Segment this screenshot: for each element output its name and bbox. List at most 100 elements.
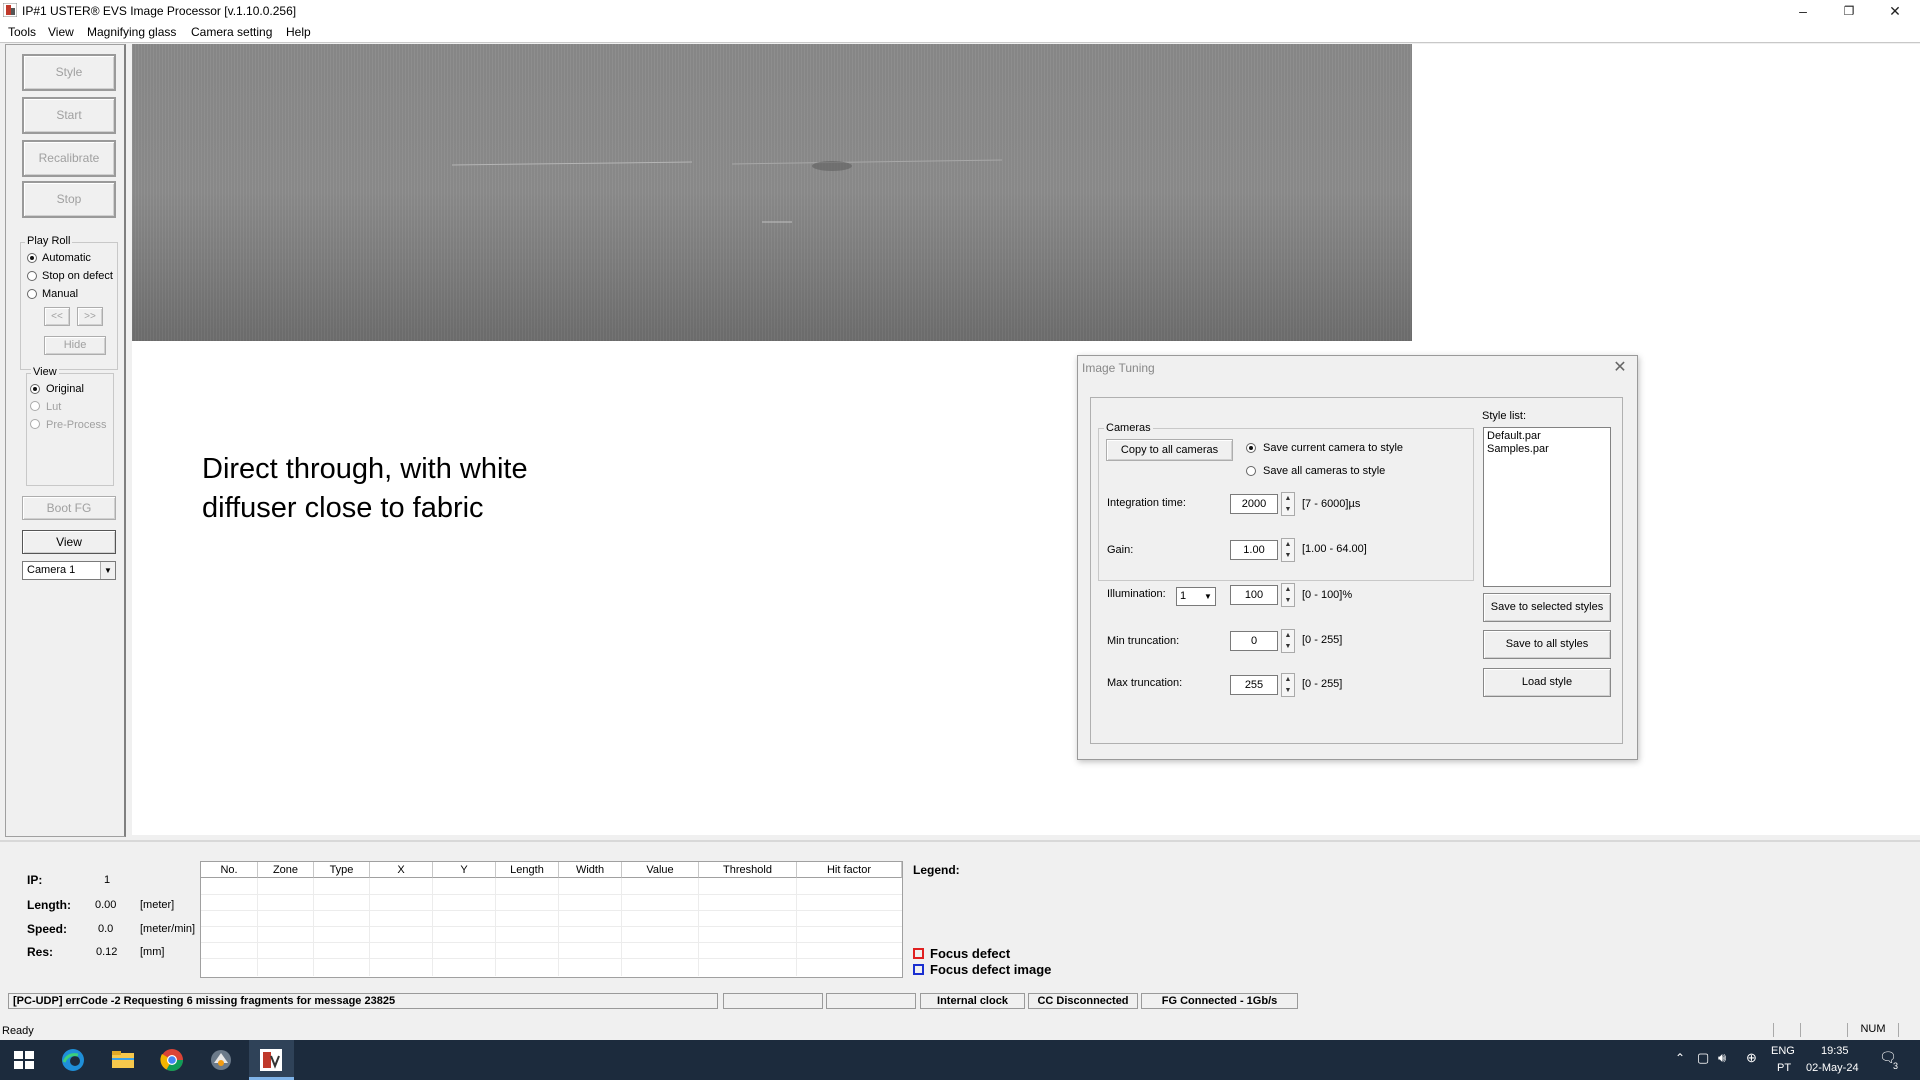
radio-automatic[interactable] [27,253,37,263]
restore-button[interactable]: ❐ [1826,0,1872,22]
view-group-label: View [31,366,59,378]
load-style-button[interactable]: Load style [1483,668,1611,697]
integration-time-spinner[interactable]: ▲ ▼ [1281,492,1295,516]
tray-overflow-icon[interactable]: ⌃ [1675,1051,1685,1065]
gain-spinner[interactable]: ▲ ▼ [1281,538,1295,562]
min-truncation-input[interactable]: 0 [1230,631,1278,651]
network-icon[interactable]: ⊕ [1746,1050,1757,1066]
column-header-length[interactable]: Length [496,862,559,878]
column-header-no[interactable]: No. [201,862,258,878]
close-button[interactable]: ✕ [1872,0,1918,22]
volume-icon[interactable]: 🔊︎ [1718,1050,1726,1066]
save-to-selected-styles-button[interactable]: Save to selected styles [1483,593,1611,622]
edge-browser-icon[interactable] [60,1047,86,1073]
view-button[interactable]: View [22,530,116,554]
max-truncation-input[interactable]: 255 [1230,675,1278,695]
max-truncation-spinner[interactable]: ▲ ▼ [1281,673,1295,697]
radio-save-current-camera[interactable] [1246,443,1256,453]
gain-label: Gain: [1107,544,1134,556]
column-header-zone[interactable]: Zone [258,862,314,878]
column-header-value[interactable]: Value [622,862,699,878]
next-frame-button[interactable]: >> [77,307,103,326]
camera-select[interactable]: Camera 1 ▼ [22,561,116,580]
status-cc: CC Disconnected [1028,993,1138,1009]
chrome-icon[interactable] [159,1047,185,1073]
column-header-threshold[interactable]: Threshold [699,862,797,878]
stop-button[interactable]: Stop [22,181,116,218]
column-header-hit-factor[interactable]: Hit factor [797,862,902,878]
copy-to-all-cameras-button[interactable]: Copy to all cameras [1106,439,1233,461]
evs-processor-icon[interactable] [258,1047,284,1073]
illumination-channel-select[interactable]: 1 ▼ [1176,587,1216,606]
fabric-image [132,44,1412,341]
dialog-close-button[interactable]: ✕ [1610,358,1630,378]
menu-view[interactable]: View [48,25,74,39]
integration-time-label: Integration time: [1107,497,1186,509]
max-truncation-range: [0 - 255] [1302,678,1343,690]
status-indicator [1773,1023,1801,1037]
radio-manual[interactable] [27,289,37,299]
language-top[interactable]: ENG [1771,1045,1795,1057]
language-bottom[interactable]: PT [1777,1062,1791,1074]
meet-now-icon[interactable]: ▢ [1697,1050,1709,1066]
radio-pre-process-label: Pre-Process [46,419,107,431]
clock-date[interactable]: 02-May-24 [1806,1062,1859,1074]
bottom-divider [0,840,1920,842]
status-clock: Internal clock [920,993,1025,1009]
speed-value: 0.0 [98,923,114,935]
radio-original-label: Original [46,383,84,395]
illumination-range: [0 - 100]% [1302,589,1353,601]
column-header-width[interactable]: Width [559,862,622,878]
grid-line [621,878,622,976]
legend-label: Legend: [913,863,960,877]
start-button[interactable]: Start [22,97,116,134]
column-header-type[interactable]: Type [314,862,370,878]
radio-stop-on-defect-label: Stop on defect [42,270,113,282]
clock-time[interactable]: 19:35 [1821,1045,1849,1057]
menu-tools[interactable]: Tools [8,25,36,39]
window-title: IP#1 USTER® EVS Image Processor [v.1.10.… [22,4,297,18]
minimize-button[interactable]: – [1780,0,1826,22]
style-button[interactable]: Style [22,54,116,91]
style-list-item[interactable]: Samples.par [1487,443,1549,455]
status-fg: FG Connected - 1Gb/s [1141,993,1298,1009]
gain-range: [1.00 - 64.00] [1302,543,1367,555]
windows-start-icon[interactable] [11,1047,37,1073]
app-launcher-icon[interactable] [208,1047,234,1073]
grid-line [796,878,797,976]
radio-original[interactable] [30,384,40,394]
gain-input[interactable]: 1.00 [1230,540,1278,560]
file-explorer-icon[interactable] [110,1047,136,1073]
num-lock-indicator: NUM [1848,1023,1899,1037]
menu-magnifying-glass[interactable]: Magnifying glass [87,25,176,39]
integration-time-input[interactable]: 2000 [1230,494,1278,514]
res-unit: [mm] [140,946,165,958]
menu-divider [0,42,1920,43]
prev-frame-button[interactable]: << [44,307,70,326]
style-list-item[interactable]: Default.par [1487,430,1541,442]
column-header-y[interactable]: Y [433,862,496,878]
illumination-input[interactable]: 100 [1230,585,1278,605]
column-header-x[interactable]: X [370,862,433,878]
hide-button[interactable]: Hide [44,336,106,355]
radio-lut[interactable] [30,401,40,411]
boot-fg-button[interactable]: Boot FG [22,496,116,520]
grid-line [432,878,433,976]
status-panel-empty [723,993,823,1009]
annotation-text: Direct through, with white diffuser clos… [202,453,528,524]
menu-camera-setting[interactable]: Camera setting [191,25,272,39]
notification-count: 3 [1893,1061,1899,1071]
recalibrate-button[interactable]: Recalibrate [22,140,116,177]
radio-stop-on-defect[interactable] [27,271,37,281]
dialog-title: Image Tuning [1082,361,1155,375]
defect-table[interactable]: No. Zone Type X Y Length Width Value Thr… [200,861,903,978]
save-to-all-styles-button[interactable]: Save to all styles [1483,630,1611,659]
radio-manual-label: Manual [42,288,79,300]
ip-label: IP: [27,873,43,887]
style-list[interactable]: Default.par Samples.par [1483,427,1611,587]
menu-help[interactable]: Help [286,25,311,39]
min-truncation-spinner[interactable]: ▲ ▼ [1281,629,1295,653]
radio-pre-process[interactable] [30,419,40,429]
radio-save-all-cameras[interactable] [1246,466,1256,476]
illumination-spinner[interactable]: ▲ ▼ [1281,583,1295,607]
